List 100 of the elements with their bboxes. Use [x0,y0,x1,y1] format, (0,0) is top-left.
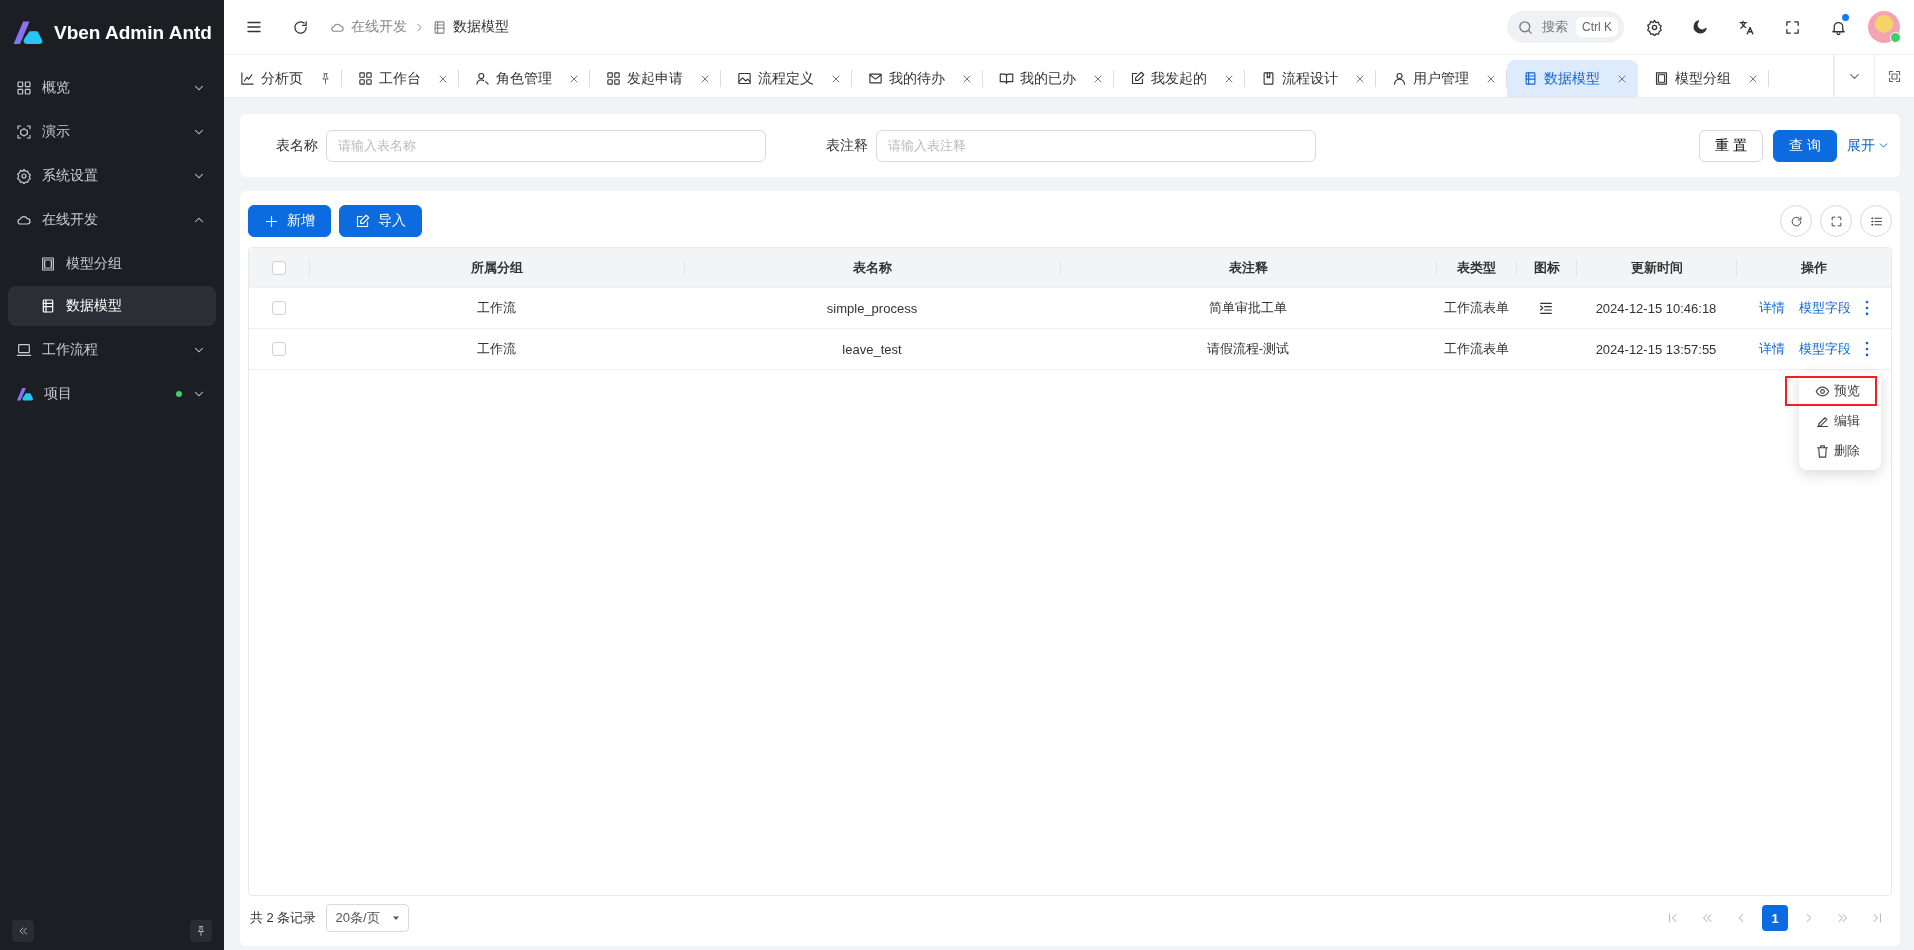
menu-item[interactable]: 预览 [1785,376,1877,406]
table-cell-text: 2024-12-15 10:46:18 [1594,300,1718,316]
eye-icon [1815,383,1830,399]
first-page-icon [1666,911,1680,925]
person-icon [1392,71,1407,86]
tab[interactable]: 模型分组 [1638,60,1769,97]
expand-link[interactable]: 展开 [1847,136,1890,155]
query-button[interactable]: 查 询 [1773,129,1837,162]
tab[interactable]: 我的已办 [983,60,1114,97]
book-icon [999,71,1014,86]
more-button[interactable] [1864,300,1869,316]
sidebar-item[interactable]: 概览 [0,66,224,110]
chart-icon [240,71,255,86]
tab[interactable]: 我的待办 [852,60,983,97]
add-button[interactable]: 新增 [248,205,331,237]
edit-icon [1130,71,1145,86]
action-link[interactable]: 详情 [1758,340,1785,358]
column-header: 图标 [1516,258,1576,277]
sidebar-subitem[interactable]: 数据模型 [8,286,216,326]
table-cell-text: 工作流表单 [1442,340,1510,358]
app-name: Vben Admin Antd [54,22,212,44]
select-all-checkbox[interactable] [272,260,286,275]
table-cell-text: leave_test [841,341,903,357]
breadcrumb-link[interactable]: 在线开发 [351,18,407,36]
tab[interactable]: 用户管理 [1376,60,1507,97]
column-header: 所属分组 [309,258,684,277]
sidebar-item[interactable]: 工作流程 [0,328,224,372]
tab[interactable]: 数据模型 [1507,60,1638,97]
tab[interactable]: 分析页 [224,60,342,97]
tab[interactable]: 流程设计 [1245,60,1376,97]
tab[interactable]: 流程定义 [721,60,852,97]
column-header: 表名称 [684,258,1060,277]
pin-button[interactable] [190,920,212,942]
collapse-button[interactable] [12,920,34,942]
reset-button[interactable]: 重 置 [1699,129,1764,162]
refresh-icon [1789,214,1803,228]
sidebar-item[interactable]: 项目 [0,372,224,416]
input-field[interactable]: 请输入表名称 [326,129,766,162]
action-link[interactable]: 模型字段 [1798,299,1851,317]
plus-icon [264,213,279,229]
table-cell-text: 工作流表单 [1442,299,1510,317]
double-chevron-icon [1700,911,1714,925]
action-link[interactable]: 详情 [1758,299,1785,317]
person-search-icon [475,71,490,86]
trash-icon [1815,443,1830,459]
pin-icon [319,72,332,85]
column-header: 表注释 [1060,258,1436,277]
sidebar-item[interactable]: 演示 [0,110,224,154]
avatar[interactable] [1868,11,1900,43]
image-icon [737,71,752,86]
table-cell-text: simple_process [825,300,919,316]
grid-icon [16,80,32,96]
page-size-select[interactable]: 20条/页 [326,904,409,932]
shortcut-hint: Ctrl K [1576,17,1618,37]
more-button[interactable] [1864,341,1869,357]
tab[interactable]: 发起申请 [590,60,721,97]
table-cell-text: 工作流 [476,299,517,317]
page-button[interactable]: 1 [1762,905,1788,931]
moon-icon [1691,18,1709,36]
field-label: 表注释 [825,136,868,155]
table-row[interactable]: 工作流 simple_process 简单审批工单 工作流表单 2024-12-15 10:46:18 详情 模型字段 [249,288,1891,329]
refresh-button[interactable] [1780,205,1812,237]
table-cell-text: 简单审批工单 [1208,299,1288,317]
tab[interactable]: 角色管理 [459,60,590,97]
settings-icon [1645,18,1663,36]
tab[interactable]: 我发起的 [1114,60,1245,97]
import-button[interactable]: 导入 [339,205,422,237]
translate-icon [1737,18,1755,36]
double-chevron-icon [17,925,29,937]
table-icon [432,19,447,35]
table-cell-text: 工作流 [476,340,517,358]
action-link[interactable]: 模型字段 [1798,340,1851,358]
settings-icon [16,168,32,184]
column-header: 更新时间 [1576,258,1736,277]
column-header: 操作 [1736,258,1891,277]
indent-icon [1538,300,1554,316]
table-cell-text: 2024-12-15 13:57:55 [1594,341,1718,357]
menu-item[interactable]: 编辑 [1803,406,1877,436]
mail-icon [868,71,883,86]
column-settings-button[interactable] [1860,205,1892,237]
row-checkbox[interactable] [272,301,286,315]
more-icon [1864,300,1869,316]
grid-icon [606,71,621,86]
tab[interactable]: 工作台 [342,60,459,97]
document-icon [1261,71,1276,86]
refresh-icon [291,18,309,36]
total-count: 共 2 条记录 [250,909,317,927]
input-field[interactable]: 请输入表注释 [876,129,1316,162]
sidebar-subitem[interactable]: 模型分组 [8,244,216,284]
sidebar-item[interactable]: 系统设置 [0,154,224,198]
sidebar-item[interactable]: 在线开发 [0,198,224,242]
breadcrumb-current: 数据模型 [453,18,509,36]
logo-icon [16,386,34,402]
search-field[interactable]: 搜索 Ctrl K [1507,11,1624,43]
row-checkbox[interactable] [272,342,286,356]
column-header: 表类型 [1436,258,1516,277]
pin-icon [195,925,207,937]
cube-icon [16,124,32,140]
list-icon [1869,214,1883,228]
menu-item[interactable]: 删除 [1803,436,1877,466]
